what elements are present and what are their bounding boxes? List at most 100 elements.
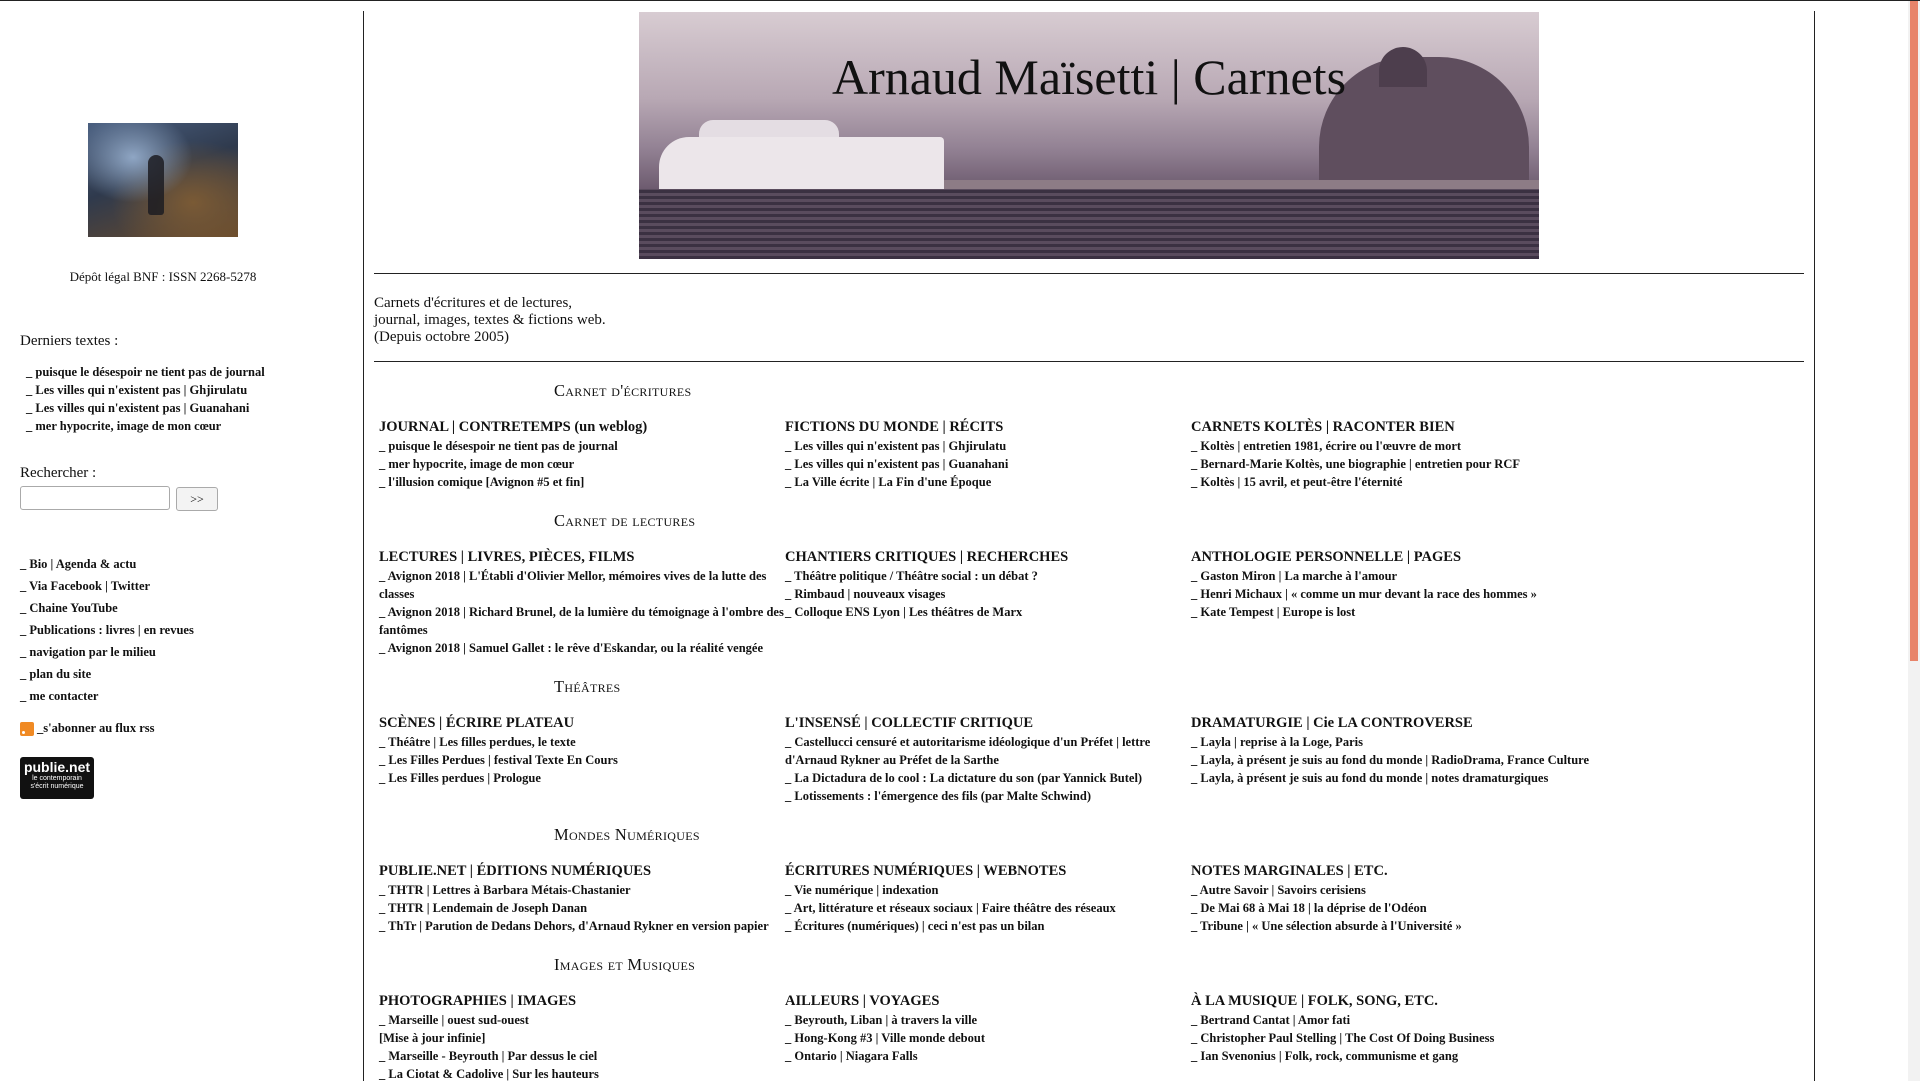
latest-text-link[interactable]: _ Les villes qui n'existent pas | Guanah… [26, 399, 265, 417]
article-link[interactable]: _ Castellucci censuré et autoritarisme i… [785, 733, 1190, 769]
article-link[interactable]: _ De Mai 68 à Mai 18 | la déprise de l'O… [1191, 899, 1596, 917]
category-title[interactable]: DRAMATURGIE | Cie LA CONTROVERSE [1191, 715, 1596, 732]
section-heading[interactable]: Carnet de lectures [554, 511, 695, 531]
article-link[interactable]: _ Marseille | ouest sud-ouest [379, 1011, 784, 1029]
article-link[interactable]: _ Koltès | entretien 1981, écrire ou l'œ… [1191, 437, 1596, 455]
article-link[interactable]: _ Avignon 2018 | L'Établi d'Olivier Mell… [379, 567, 784, 603]
article-link[interactable]: [Mise à jour infinie] [379, 1029, 784, 1047]
sidebar-link-publications[interactable]: _ Publications : livres | en revues [20, 619, 194, 641]
category-title[interactable]: ÉCRITURES NUMÉRIQUES | WEBNOTES [785, 863, 1190, 880]
article-link[interactable]: _ Lotissements : l'émergence des fils (p… [785, 787, 1190, 805]
latest-text-link[interactable]: _ Les villes qui n'existent pas | Ghjiru… [26, 381, 265, 399]
category-block: AILLEURS | VOYAGES _ Beyrouth, Liban | à… [785, 993, 1190, 1065]
section-heading[interactable]: Carnet d'écritures [554, 381, 692, 401]
publie-net-logo[interactable]: publie.net le contemporain s'écrit numéri… [20, 757, 94, 799]
article-link[interactable]: _ Koltès | 15 avril, et peut-être l'éter… [1191, 473, 1596, 491]
article-link[interactable]: _ Henri Michaux | « comme un mur devant … [1191, 585, 1596, 603]
article-link[interactable]: _ puisque le désespoir ne tient pas de j… [379, 437, 784, 455]
article-link[interactable]: _ Théâtre politique / Théâtre social : u… [785, 567, 1190, 585]
category-title[interactable]: PHOTOGRAPHIES | IMAGES [379, 993, 784, 1010]
category-title[interactable]: À LA MUSIQUE | FOLK, SONG, ETC. [1191, 993, 1596, 1010]
article-link[interactable]: _ Gaston Miron | La marche à l'amour [1191, 567, 1596, 585]
article-link[interactable]: _ Les Filles Perdues | festival Texte En… [379, 751, 784, 769]
category-title[interactable]: CHANTIERS CRITIQUES | RECHERCHES [785, 549, 1190, 566]
article-link[interactable]: _ Bertrand Cantat | Amor fati [1191, 1011, 1596, 1029]
vertical-scrollbar[interactable] [1908, 1, 1920, 1081]
article-link[interactable]: _ Tribune | « Une sélection absurde à l'… [1191, 917, 1596, 935]
sidebar-link-contact[interactable]: _ me contacter [20, 685, 194, 707]
article-link[interactable]: _ Théâtre | Les filles perdues, le texte [379, 733, 784, 751]
section-heading[interactable]: Mondes Numériques [554, 825, 700, 845]
sidebar-link-navigation[interactable]: _ navigation par le milieu [20, 641, 194, 663]
category-block: L'INSENSÉ | COLLECTIF CRITIQUE _ Castell… [785, 715, 1190, 805]
article-link[interactable]: _ Vie numérique | indexation [785, 881, 1190, 899]
category-title[interactable]: LECTURES | LIVRES, PIÈCES, FILMS [379, 549, 784, 566]
article-link[interactable]: _ Layla | reprise à la Loge, Paris [1191, 733, 1596, 751]
article-link[interactable]: _ mer hypocrite, image de mon cœur [379, 455, 784, 473]
latest-text-link[interactable]: _ puisque le désespoir ne tient pas de j… [26, 363, 265, 381]
article-link[interactable]: _ Ian Svenonius | Folk, rock, communisme… [1191, 1047, 1596, 1065]
search-button[interactable]: >> [176, 487, 218, 511]
category-title[interactable]: JOURNAL | CONTRETEMPS (un weblog) [379, 419, 784, 436]
article-link[interactable]: _ Les Filles perdues | Prologue [379, 769, 784, 787]
category-title[interactable]: ANTHOLOGIE PERSONNELLE | PAGES [1191, 549, 1596, 566]
search-input[interactable] [20, 486, 170, 510]
article-link[interactable]: _ l'illusion comique [Avignon #5 et fin] [379, 473, 784, 491]
article-link[interactable]: _ Autre Savoir | Savoirs cerisiens [1191, 881, 1596, 899]
category-title[interactable]: SCÈNES | ÉCRIRE PLATEAU [379, 715, 784, 732]
category-title[interactable]: NOTES MARGINALES | ETC. [1191, 863, 1596, 880]
rss-subscribe[interactable]: _s'abonner au flux rss [20, 721, 155, 736]
category-block: DRAMATURGIE | Cie LA CONTROVERSE _ Layla… [1191, 715, 1596, 787]
category-block: À LA MUSIQUE | FOLK, SONG, ETC. _ Bertra… [1191, 993, 1596, 1065]
article-link[interactable]: _ La Ville écrite | La Fin d'une Époque [785, 473, 1190, 491]
latest-text-link[interactable]: _ mer hypocrite, image de mon cœur [26, 417, 265, 435]
rss-icon [20, 721, 34, 736]
category-title[interactable]: CARNETS KOLTÈS | RACONTER BIEN [1191, 419, 1596, 436]
article-link[interactable]: _ THTR | Lettres à Barbara Métais-Chasta… [379, 881, 784, 899]
category-title[interactable]: L'INSENSÉ | COLLECTIF CRITIQUE [785, 715, 1190, 732]
article-link[interactable]: _ Avignon 2018 | Richard Brunel, de la l… [379, 603, 784, 639]
sidebar-link-social[interactable]: _ Via Facebook | Twitter [20, 575, 194, 597]
article-link[interactable]: _ Ontario | Niagara Falls [785, 1047, 1190, 1065]
sidebar-link-sitemap[interactable]: _ plan du site [20, 663, 194, 685]
article-link[interactable]: _ La Ciotat & Cadolive | Sur les hauteur… [379, 1065, 784, 1083]
article-link[interactable]: _ ThTr | Parution de Dedans Dehors, d'Ar… [379, 917, 784, 935]
article-link[interactable]: _ Art, littérature et réseaux sociaux | … [785, 899, 1190, 917]
category-block: PUBLIE.NET | ÉDITIONS NUMÉRIQUES _ THTR … [379, 863, 784, 935]
category-title[interactable]: AILLEURS | VOYAGES [785, 993, 1190, 1010]
article-link[interactable]: _ Les villes qui n'existent pas | Ghjiru… [785, 437, 1190, 455]
article-link[interactable]: _ Beyrouth, Liban | à travers la ville [785, 1011, 1190, 1029]
sidebar-links: _ Bio | Agenda & actu _ Via Facebook | T… [20, 553, 194, 707]
article-link[interactable]: _ Rimbaud | nouveaux visages [785, 585, 1190, 603]
article-link[interactable]: _ Les villes qui n'existent pas | Guanah… [785, 455, 1190, 473]
latest-texts-heading: Derniers textes : [20, 333, 119, 349]
article-link[interactable]: _ Bernard-Marie Koltès, une biographie |… [1191, 455, 1596, 473]
divider [374, 273, 1804, 274]
scrollbar-thumb[interactable] [1910, 1, 1918, 661]
category-title[interactable]: FICTIONS DU MONDE | RÉCITS [785, 419, 1190, 436]
article-link[interactable]: _ Marseille - Beyrouth | Par dessus le c… [379, 1047, 784, 1065]
section-heading[interactable]: Théâtres [554, 677, 620, 697]
article-link[interactable]: _ Layla, à présent je suis au fond du mo… [1191, 769, 1596, 787]
article-link[interactable]: _ Écritures (numériques) | ceci n'est pa… [785, 917, 1190, 935]
photo-silhouette [148, 155, 164, 215]
author-photo[interactable] [88, 123, 238, 237]
category-block: ÉCRITURES NUMÉRIQUES | WEBNOTES _ Vie nu… [785, 863, 1190, 935]
article-link[interactable]: _ Kate Tempest | Europe is lost [1191, 603, 1596, 621]
article-link[interactable]: _ Avignon 2018 | Samuel Gallet : le rêve… [379, 639, 784, 657]
latest-texts-list: _ puisque le désespoir ne tient pas de j… [26, 363, 265, 435]
article-link[interactable]: _ THTR | Lendemain de Joseph Danan [379, 899, 784, 917]
article-link[interactable]: _ Christopher Paul Stelling | The Cost O… [1191, 1029, 1596, 1047]
category-title[interactable]: PUBLIE.NET | ÉDITIONS NUMÉRIQUES [379, 863, 784, 880]
section-heading[interactable]: Images et Musiques [554, 955, 695, 975]
sidebar: Dépôt légal BNF : ISSN 2268-5278 Dernier… [0, 1, 360, 1081]
article-link[interactable]: _ Hong-Kong #3 | Ville monde debout [785, 1029, 1190, 1047]
article-link[interactable]: _ Layla, à présent je suis au fond du mo… [1191, 751, 1596, 769]
sidebar-link-youtube[interactable]: _ Chaine YouTube [20, 597, 194, 619]
site-banner[interactable]: Arnaud Maïsetti | Carnets [639, 12, 1539, 259]
sidebar-link-bio[interactable]: _ Bio | Agenda & actu [20, 553, 194, 575]
article-link[interactable]: _ Colloque ENS Lyon | Les théâtres de Ma… [785, 603, 1190, 621]
article-link[interactable]: _ La Dictadura de lo cool : La dictature… [785, 769, 1190, 787]
intro-line: journal, images, textes & fictions web. [374, 312, 606, 328]
legal-deposit: Dépôt légal BNF : ISSN 2268-5278 [69, 269, 257, 284]
